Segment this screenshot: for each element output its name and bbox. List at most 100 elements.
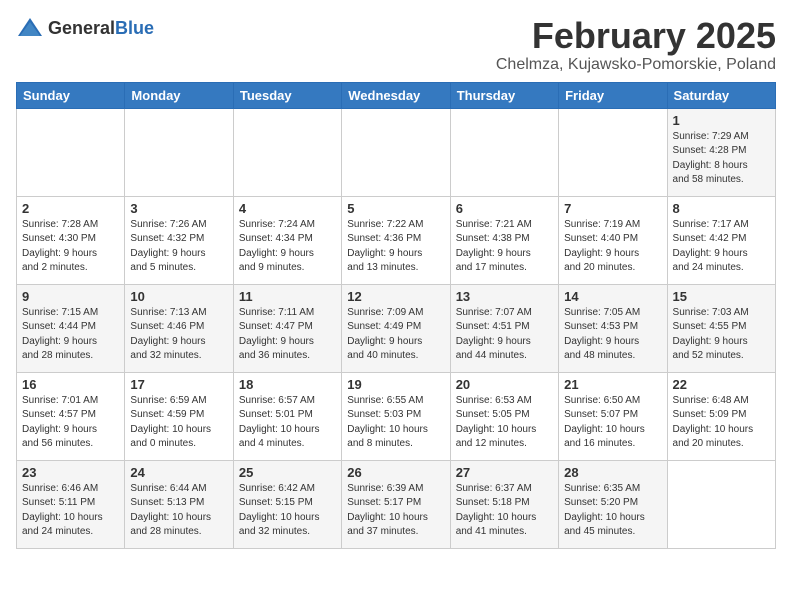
day-info: Sunrise: 6:48 AM Sunset: 5:09 PM Dayligh… xyxy=(673,394,770,452)
calendar-cell: 24 Sunrise: 6:44 AM Sunset: 5:13 PM Dayli… xyxy=(125,460,233,548)
day-info: Sunrise: 6:59 AM Sunset: 4:59 PM Dayligh… xyxy=(130,394,227,452)
calendar-cell: 26 Sunrise: 6:39 AM Sunset: 5:17 PM Dayli… xyxy=(342,460,450,548)
weekday-header: Saturday xyxy=(667,82,775,108)
page-header: GeneralBlue February 2025 Chelmza, Kujaw… xyxy=(16,16,776,74)
day-info: Sunrise: 7:11 AM Sunset: 4:47 PM Dayligh… xyxy=(239,306,336,364)
calendar-week-row: 1 Sunrise: 7:29 AM Sunset: 4:28 PM Daylig… xyxy=(17,108,776,196)
weekday-header: Sunday xyxy=(17,82,125,108)
day-info: Sunrise: 7:09 AM Sunset: 4:49 PM Dayligh… xyxy=(347,306,444,364)
day-info: Sunrise: 7:03 AM Sunset: 4:55 PM Dayligh… xyxy=(673,306,770,364)
day-info: Sunrise: 7:15 AM Sunset: 4:44 PM Dayligh… xyxy=(22,306,119,364)
weekday-header: Wednesday xyxy=(342,82,450,108)
calendar-cell: 27 Sunrise: 6:37 AM Sunset: 5:18 PM Dayli… xyxy=(450,460,558,548)
day-number: 24 xyxy=(130,465,227,480)
day-info: Sunrise: 6:55 AM Sunset: 5:03 PM Dayligh… xyxy=(347,394,444,452)
day-info: Sunrise: 7:17 AM Sunset: 4:42 PM Dayligh… xyxy=(673,218,770,276)
day-number: 18 xyxy=(239,377,336,392)
day-info: Sunrise: 6:42 AM Sunset: 5:15 PM Dayligh… xyxy=(239,482,336,540)
weekday-row: SundayMondayTuesdayWednesdayThursdayFrid… xyxy=(17,82,776,108)
day-info: Sunrise: 6:57 AM Sunset: 5:01 PM Dayligh… xyxy=(239,394,336,452)
day-info: Sunrise: 7:13 AM Sunset: 4:46 PM Dayligh… xyxy=(130,306,227,364)
day-number: 26 xyxy=(347,465,444,480)
calendar-cell: 10 Sunrise: 7:13 AM Sunset: 4:46 PM Dayli… xyxy=(125,284,233,372)
day-info: Sunrise: 7:21 AM Sunset: 4:38 PM Dayligh… xyxy=(456,218,553,276)
calendar-cell xyxy=(559,108,667,196)
day-number: 16 xyxy=(22,377,119,392)
day-info: Sunrise: 7:19 AM Sunset: 4:40 PM Dayligh… xyxy=(564,218,661,276)
day-number: 11 xyxy=(239,289,336,304)
weekday-header: Thursday xyxy=(450,82,558,108)
day-info: Sunrise: 6:44 AM Sunset: 5:13 PM Dayligh… xyxy=(130,482,227,540)
day-number: 4 xyxy=(239,201,336,216)
calendar-table: SundayMondayTuesdayWednesdayThursdayFrid… xyxy=(16,82,776,549)
calendar-cell: 25 Sunrise: 6:42 AM Sunset: 5:15 PM Dayli… xyxy=(233,460,341,548)
day-info: Sunrise: 7:28 AM Sunset: 4:30 PM Dayligh… xyxy=(22,218,119,276)
calendar-cell: 28 Sunrise: 6:35 AM Sunset: 5:20 PM Dayli… xyxy=(559,460,667,548)
day-number: 2 xyxy=(22,201,119,216)
calendar-cell: 8 Sunrise: 7:17 AM Sunset: 4:42 PM Daylig… xyxy=(667,196,775,284)
day-info: Sunrise: 6:53 AM Sunset: 5:05 PM Dayligh… xyxy=(456,394,553,452)
calendar-cell: 11 Sunrise: 7:11 AM Sunset: 4:47 PM Dayli… xyxy=(233,284,341,372)
calendar-cell: 12 Sunrise: 7:09 AM Sunset: 4:49 PM Dayli… xyxy=(342,284,450,372)
day-info: Sunrise: 6:39 AM Sunset: 5:17 PM Dayligh… xyxy=(347,482,444,540)
location-title: Chelmza, Kujawsko-Pomorskie, Poland xyxy=(496,56,776,74)
logo: GeneralBlue xyxy=(16,16,154,40)
calendar-cell xyxy=(17,108,125,196)
day-number: 7 xyxy=(564,201,661,216)
day-number: 17 xyxy=(130,377,227,392)
calendar-cell: 20 Sunrise: 6:53 AM Sunset: 5:05 PM Dayli… xyxy=(450,372,558,460)
day-info: Sunrise: 6:37 AM Sunset: 5:18 PM Dayligh… xyxy=(456,482,553,540)
day-number: 14 xyxy=(564,289,661,304)
day-number: 10 xyxy=(130,289,227,304)
day-info: Sunrise: 7:22 AM Sunset: 4:36 PM Dayligh… xyxy=(347,218,444,276)
calendar-cell: 16 Sunrise: 7:01 AM Sunset: 4:57 PM Dayli… xyxy=(17,372,125,460)
calendar-cell: 6 Sunrise: 7:21 AM Sunset: 4:38 PM Daylig… xyxy=(450,196,558,284)
day-number: 13 xyxy=(456,289,553,304)
day-info: Sunrise: 7:01 AM Sunset: 4:57 PM Dayligh… xyxy=(22,394,119,452)
day-number: 27 xyxy=(456,465,553,480)
weekday-header: Tuesday xyxy=(233,82,341,108)
day-info: Sunrise: 7:29 AM Sunset: 4:28 PM Dayligh… xyxy=(673,130,770,188)
calendar-week-row: 23 Sunrise: 6:46 AM Sunset: 5:11 PM Dayli… xyxy=(17,460,776,548)
calendar-cell xyxy=(450,108,558,196)
calendar-body: 1 Sunrise: 7:29 AM Sunset: 4:28 PM Daylig… xyxy=(17,108,776,548)
day-info: Sunrise: 6:35 AM Sunset: 5:20 PM Dayligh… xyxy=(564,482,661,540)
day-number: 22 xyxy=(673,377,770,392)
calendar-cell: 14 Sunrise: 7:05 AM Sunset: 4:53 PM Dayli… xyxy=(559,284,667,372)
calendar-cell: 1 Sunrise: 7:29 AM Sunset: 4:28 PM Daylig… xyxy=(667,108,775,196)
calendar-cell: 21Sunrise: 6:50 AM Sunset: 5:07 PM Dayli… xyxy=(559,372,667,460)
calendar-cell: 19Sunrise: 6:55 AM Sunset: 5:03 PM Dayli… xyxy=(342,372,450,460)
day-info: Sunrise: 6:50 AM Sunset: 5:07 PM Dayligh… xyxy=(564,394,661,452)
calendar-cell: 23 Sunrise: 6:46 AM Sunset: 5:11 PM Dayli… xyxy=(17,460,125,548)
day-info: Sunrise: 6:46 AM Sunset: 5:11 PM Dayligh… xyxy=(22,482,119,540)
calendar-cell: 13 Sunrise: 7:07 AM Sunset: 4:51 PM Dayli… xyxy=(450,284,558,372)
day-number: 9 xyxy=(22,289,119,304)
day-number: 20 xyxy=(456,377,553,392)
logo-icon xyxy=(16,16,44,40)
day-number: 12 xyxy=(347,289,444,304)
day-number: 23 xyxy=(22,465,119,480)
weekday-header: Monday xyxy=(125,82,233,108)
calendar-cell: 4Sunrise: 7:24 AM Sunset: 4:34 PM Daylig… xyxy=(233,196,341,284)
calendar-cell: 5 Sunrise: 7:22 AM Sunset: 4:36 PM Daylig… xyxy=(342,196,450,284)
weekday-header: Friday xyxy=(559,82,667,108)
day-number: 1 xyxy=(673,113,770,128)
day-number: 25 xyxy=(239,465,336,480)
calendar-cell: 7 Sunrise: 7:19 AM Sunset: 4:40 PM Daylig… xyxy=(559,196,667,284)
calendar-cell: 2 Sunrise: 7:28 AM Sunset: 4:30 PM Daylig… xyxy=(17,196,125,284)
day-info: Sunrise: 7:07 AM Sunset: 4:51 PM Dayligh… xyxy=(456,306,553,364)
day-number: 3 xyxy=(130,201,227,216)
calendar-cell: 15 Sunrise: 7:03 AM Sunset: 4:55 PM Dayli… xyxy=(667,284,775,372)
day-number: 28 xyxy=(564,465,661,480)
calendar-cell xyxy=(233,108,341,196)
day-number: 15 xyxy=(673,289,770,304)
calendar-cell: 17 Sunrise: 6:59 AM Sunset: 4:59 PM Dayli… xyxy=(125,372,233,460)
day-number: 5 xyxy=(347,201,444,216)
day-info: Sunrise: 7:05 AM Sunset: 4:53 PM Dayligh… xyxy=(564,306,661,364)
month-title: February 2025 xyxy=(496,16,776,56)
calendar-cell xyxy=(125,108,233,196)
calendar-cell xyxy=(342,108,450,196)
day-number: 8 xyxy=(673,201,770,216)
day-number: 6 xyxy=(456,201,553,216)
logo-text-blue: Blue xyxy=(115,18,154,38)
